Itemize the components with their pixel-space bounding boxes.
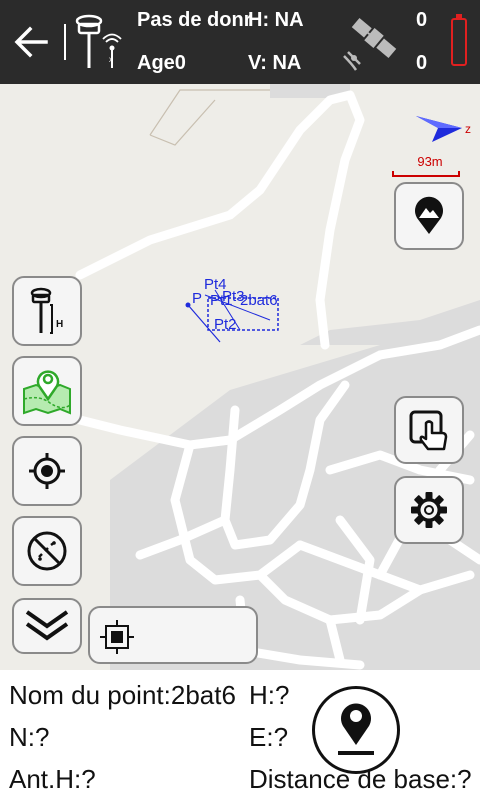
antenna-height-letter: H — [56, 319, 63, 330]
v-precision: V: NA — [248, 52, 302, 74]
satellite-icon[interactable] — [340, 12, 402, 72]
antenna-height-button[interactable]: H — [12, 276, 82, 346]
landmark-button[interactable] — [394, 182, 464, 250]
easting-value: E:? — [249, 722, 289, 752]
compass-arrow-icon[interactable]: z — [412, 112, 480, 146]
gnss-rover-icon[interactable]: x — [72, 12, 124, 72]
battery-icon — [451, 14, 467, 66]
touch-hand-icon — [409, 410, 448, 451]
no-track-icon — [27, 531, 67, 571]
northing-value: N:? — [9, 722, 50, 752]
settings-button[interactable] — [394, 476, 464, 544]
crosshair-icon — [29, 453, 65, 489]
collect-point-icon — [338, 703, 374, 755]
no-track-button[interactable] — [12, 516, 82, 586]
map-layers-button[interactable] — [12, 356, 82, 426]
point-info-panel: Nom du point:2bat6 H:? N:? E:? Ant.H:? D… — [0, 670, 480, 800]
svg-text:x: x — [109, 55, 113, 64]
antenna-height-value: Ant.H:? — [9, 764, 96, 794]
point-name: Nom du point:2bat6 — [9, 680, 236, 710]
double-chevron-down-icon — [25, 610, 69, 641]
arrow-left-icon[interactable] — [10, 22, 50, 62]
target-square-icon — [100, 620, 134, 654]
height-value: H:? — [249, 680, 290, 710]
scale-label: 93m — [417, 154, 443, 169]
point-label: Pt2 — [214, 316, 237, 333]
point-label: P — [192, 290, 203, 307]
solution-status: Pas de donr — [137, 9, 252, 31]
collect-point-button[interactable] — [312, 686, 400, 774]
locate-button[interactable] — [12, 436, 82, 506]
satellites-tracked: 0 — [416, 9, 428, 31]
point-label: 2bat6 — [240, 292, 278, 309]
rover-height-icon: H — [30, 287, 63, 334]
north-letter: z — [465, 122, 471, 136]
mountain-pin-icon — [415, 196, 443, 234]
gear-icon — [411, 492, 447, 528]
touch-mode-button[interactable] — [394, 396, 464, 464]
collapse-button[interactable] — [12, 598, 82, 654]
satellites-used: 0 — [416, 52, 428, 74]
correction-age: Age0 — [137, 52, 186, 74]
map-pin-layer-icon — [23, 370, 71, 415]
header-divider — [64, 24, 66, 60]
coordinate-target-button[interactable] — [88, 606, 258, 664]
scale-bar — [392, 171, 460, 177]
h-precision: H: NA — [248, 9, 304, 31]
status-bar: x Pas de donr H: NA Age0 V: NA 0 0 — [0, 0, 480, 84]
